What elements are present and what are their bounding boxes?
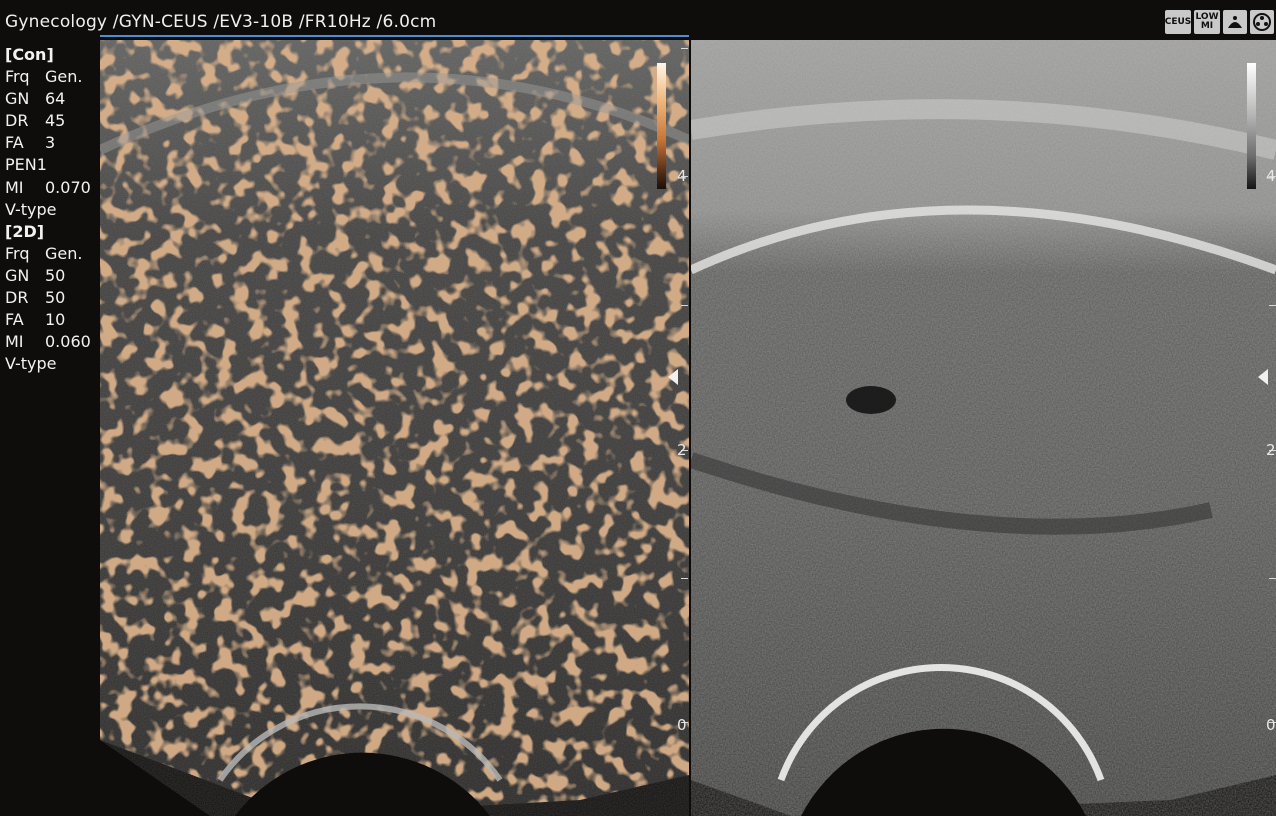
con-fa-row: FA 3: [5, 132, 91, 154]
con-dr-row: DR 45: [5, 110, 91, 132]
depth-label-right-2: 2: [1266, 441, 1276, 459]
param-value: 50: [45, 288, 66, 308]
param-key: Frq: [5, 67, 30, 87]
param-key: DR: [5, 288, 29, 308]
grayscale-bar: [1247, 63, 1256, 189]
bmode-image-panel[interactable]: [691, 40, 1276, 816]
depth-tick: [1269, 305, 1276, 306]
param-key: GN: [5, 89, 30, 109]
param-value: 10: [45, 310, 66, 330]
probe-icon[interactable]: [1223, 10, 1247, 34]
con-mi-row: MI 0.070: [5, 177, 91, 199]
param-value: Gen.: [45, 243, 83, 263]
2d-frq-row: Frq Gen.: [5, 243, 91, 265]
bmode-ultrasound-image: [691, 40, 1276, 816]
con-frq-row: Frq Gen.: [5, 66, 91, 88]
param-value: Gen.: [45, 67, 83, 87]
depth-tick: [681, 578, 688, 579]
con-vtype-row: V-type: [5, 199, 57, 219]
depth-label-left-0: 0: [677, 716, 687, 734]
contrast-image-panel[interactable]: [100, 40, 689, 816]
preset-title: Gynecology /GYN-CEUS /EV3-10B /FR10Hz /6…: [5, 12, 437, 32]
contrast-ultrasound-image: [100, 40, 689, 816]
param-key: FA: [5, 310, 24, 330]
depth-label-right-4: 4: [1266, 167, 1276, 185]
low-mi-icon[interactable]: LOW MI: [1194, 10, 1220, 34]
param-key: Frq: [5, 243, 30, 263]
depth-tick: [681, 305, 688, 306]
param-value: 45: [45, 111, 66, 131]
contrast-color-bar: [657, 63, 666, 189]
depth-tick: [681, 48, 688, 49]
2d-gn-row: GN 50: [5, 265, 91, 287]
param-value: 50: [45, 265, 66, 285]
low-mi-label-bottom: MI: [1200, 21, 1214, 31]
active-panel-indicator: [100, 35, 689, 37]
param-value: 3: [45, 133, 56, 153]
param-value: 0.060: [45, 332, 91, 352]
param-key: MI: [5, 177, 24, 197]
focus-marker-left-icon[interactable]: [668, 369, 678, 385]
2d-vtype-row: V-type: [5, 354, 57, 374]
param-key: FA: [5, 133, 24, 153]
mode-icon-group: CEUS LOW MI: [1165, 10, 1274, 34]
param-key: GN: [5, 265, 30, 285]
param-key: DR: [5, 111, 29, 131]
focus-marker-right-icon[interactable]: [1258, 369, 1268, 385]
con-pen-row: PEN1: [5, 155, 47, 175]
param-value: 64: [45, 89, 66, 109]
depth-label-left-2: 2: [677, 441, 687, 459]
2d-fa-row: FA 10: [5, 309, 91, 331]
wheel-icon[interactable]: [1250, 10, 1274, 34]
param-value: 0.070: [45, 177, 91, 197]
ceus-mode-icon[interactable]: CEUS: [1165, 10, 1191, 34]
depth-label-left-4: 4: [677, 167, 687, 185]
contrast-section-title: [Con]: [5, 45, 54, 64]
depth-label-right-0: 0: [1266, 716, 1276, 734]
param-key: MI: [5, 332, 24, 352]
2d-section-title: [2D]: [5, 221, 45, 241]
con-gn-row: GN 64: [5, 88, 91, 110]
2d-mi-row: MI 0.060: [5, 331, 91, 353]
2d-dr-row: DR 50: [5, 287, 91, 309]
header-bar: Gynecology /GYN-CEUS /EV3-10B /FR10Hz /6…: [0, 0, 1276, 40]
depth-tick: [1269, 578, 1276, 579]
parameter-panel: [Con] Frq Gen. GN 64 DR 45 FA 3 PEN1 MI 0.070…: [5, 44, 91, 375]
